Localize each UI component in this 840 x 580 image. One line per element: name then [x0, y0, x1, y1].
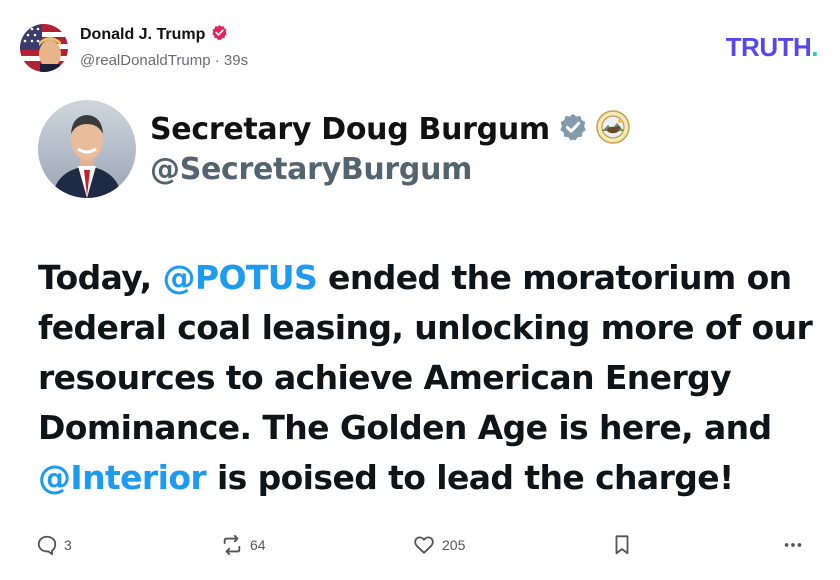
reply-button[interactable]: 3 — [36, 534, 72, 556]
like-icon — [412, 534, 436, 556]
quoted-post-text: Today, @POTUS ended the moratorium on fe… — [38, 253, 828, 503]
truth-logo-dot: . — [811, 32, 818, 62]
mention-interior[interactable]: @Interior — [38, 458, 207, 497]
bookmark-icon — [612, 534, 632, 556]
like-count: 205 — [442, 537, 466, 553]
quoted-author-avatar — [38, 100, 136, 198]
post-action-bar: 3 64 205 — [0, 528, 840, 564]
reply-count: 3 — [64, 537, 72, 553]
body-text-3: is poised to lead the charge! — [206, 458, 734, 497]
truth-logo: TRUTH. — [725, 32, 819, 63]
more-icon — [782, 534, 804, 556]
retruth-icon — [220, 534, 244, 556]
verified-badge-icon — [211, 24, 228, 45]
truth-logo-text: TRUTH — [725, 32, 812, 62]
quoted-author-name-row: Secretary Doug Burgum — [150, 110, 630, 148]
author-handle[interactable]: @realDonaldTrump — [80, 52, 211, 69]
meta-separator: · — [210, 52, 224, 69]
author-meta: @realDonaldTrump · 39s — [80, 52, 248, 69]
author-name[interactable]: Donald J. Trump — [80, 26, 205, 44]
author-name-row: Donald J. Trump — [80, 24, 228, 45]
bookmark-button[interactable] — [612, 534, 632, 556]
gov-verified-badge-icon — [558, 112, 588, 146]
truth-post-header: Donald J. Trump @realDonaldTrump · 39s T… — [0, 0, 840, 80]
quoted-author-name: Secretary Doug Burgum — [150, 111, 550, 147]
post-timestamp[interactable]: 39s — [224, 52, 248, 69]
mention-potus[interactable]: @POTUS — [162, 258, 317, 297]
quoted-author-handle: @SecretaryBurgum — [150, 152, 473, 187]
more-button[interactable] — [782, 534, 804, 556]
body-text-1: Today, — [38, 258, 163, 297]
agency-seal-icon — [596, 110, 630, 148]
like-button[interactable]: 205 — [412, 534, 465, 556]
retruth-button[interactable]: 64 — [220, 534, 266, 556]
reply-icon — [36, 534, 58, 556]
author-avatar[interactable] — [20, 24, 68, 72]
retruth-count: 64 — [250, 537, 266, 553]
